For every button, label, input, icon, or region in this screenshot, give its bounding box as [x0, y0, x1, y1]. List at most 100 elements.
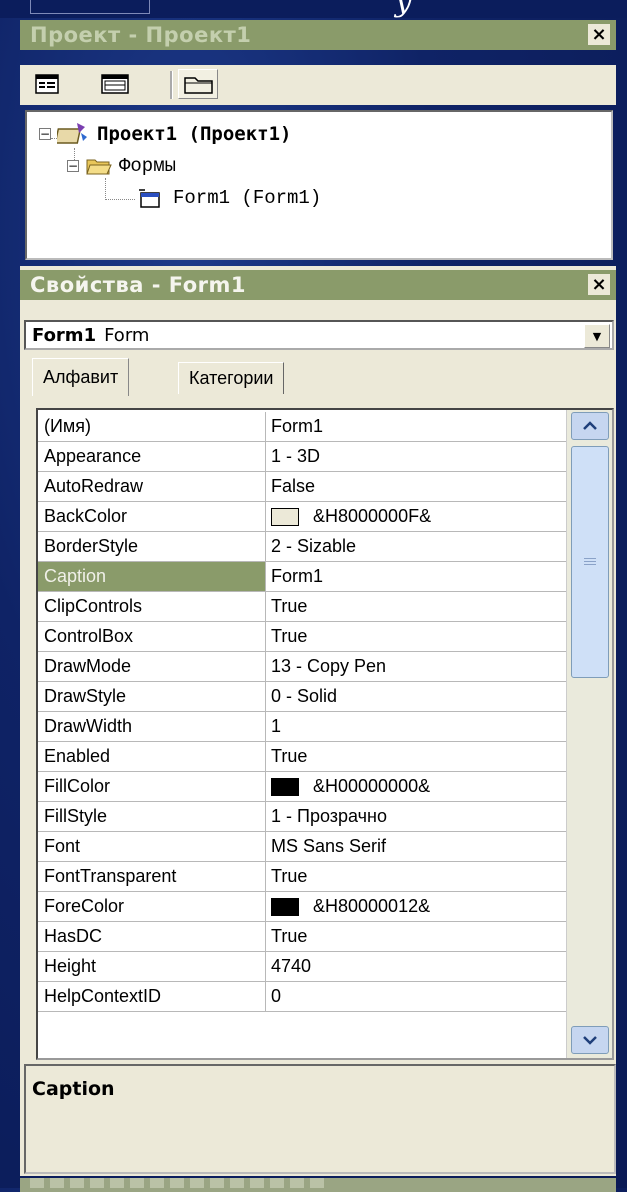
property-name[interactable]: ClipControls [38, 592, 266, 621]
view-code-icon [35, 74, 59, 94]
tree-node-forms[interactable]: − Формы [67, 152, 176, 180]
property-value[interactable]: Form1 [266, 562, 566, 591]
property-value[interactable]: True [266, 862, 566, 891]
properties-scrollbar[interactable] [566, 410, 612, 1058]
collapse-icon[interactable]: − [39, 128, 51, 140]
property-row[interactable]: DrawMode 13 - Copy Pen [38, 652, 566, 682]
property-row[interactable]: AutoRedraw False [38, 472, 566, 502]
property-value[interactable]: 0 [266, 982, 566, 1011]
property-name[interactable]: HelpContextID [38, 982, 266, 1011]
property-name[interactable]: Height [38, 952, 266, 981]
form-icon [139, 189, 160, 208]
tab-alphabetic[interactable]: Алфавит [32, 358, 130, 396]
property-name[interactable]: Appearance [38, 442, 266, 471]
property-name[interactable]: HasDC [38, 922, 266, 951]
tab-categories[interactable]: Категории [178, 362, 285, 394]
property-value[interactable]: &H80000012& [266, 892, 566, 921]
slide-top-strip: y [0, 0, 627, 19]
project-panel-close-button[interactable]: × [588, 24, 610, 45]
property-row[interactable]: Font MS Sans Serif [38, 832, 566, 862]
tree-connector [105, 178, 106, 200]
property-value[interactable]: 1 [266, 712, 566, 741]
property-name[interactable]: ForeColor [38, 892, 266, 921]
property-row[interactable]: HasDC True [38, 922, 566, 952]
property-row[interactable]: Appearance 1 - 3D [38, 442, 566, 472]
property-value[interactable]: &H8000000F& [266, 502, 566, 531]
property-row[interactable]: ClipControls True [38, 592, 566, 622]
property-name[interactable]: FillColor [38, 772, 266, 801]
scroll-down-button[interactable] [571, 1026, 609, 1054]
property-value[interactable]: True [266, 622, 566, 651]
property-row[interactable]: Enabled True [38, 742, 566, 772]
property-value[interactable]: &H00000000& [266, 772, 566, 801]
property-row[interactable]: HelpContextID 0 [38, 982, 566, 1012]
property-value-text: &H8000000F& [313, 506, 432, 526]
property-row[interactable]: ForeColor &H80000012& [38, 892, 566, 922]
property-value[interactable]: Form1 [266, 412, 566, 441]
property-row[interactable]: DrawStyle 0 - Solid [38, 682, 566, 712]
property-value[interactable]: 4740 [266, 952, 566, 981]
properties-grid: HelpContextID 0 Height 4740 HasDC True ForeCol… [36, 408, 614, 1060]
properties-panel-close-button[interactable]: × [588, 274, 610, 295]
property-row[interactable]: DrawWidth 1 [38, 712, 566, 742]
property-value-text: Form1 [271, 566, 324, 586]
property-value-text: &H00000000& [313, 776, 431, 796]
view-code-button[interactable] [34, 73, 60, 95]
scroll-up-button[interactable] [571, 412, 609, 440]
property-name[interactable]: AutoRedraw [38, 472, 266, 501]
chevron-up-icon [583, 421, 597, 430]
property-value[interactable]: 2 - Sizable [266, 532, 566, 561]
property-row[interactable]: Caption Form1 [38, 562, 566, 592]
object-name: Form1 [32, 324, 97, 346]
property-value[interactable]: 0 - Solid [266, 682, 566, 711]
property-row[interactable]: FillColor &H00000000& [38, 772, 566, 802]
scroll-thumb[interactable] [571, 446, 609, 678]
property-value[interactable]: 1 - Прозрачно [266, 802, 566, 831]
property-value[interactable]: 13 - Copy Pen [266, 652, 566, 681]
property-name[interactable]: Enabled [38, 742, 266, 771]
property-name[interactable]: DrawStyle [38, 682, 266, 711]
property-row[interactable]: BackColor &H8000000F& [38, 502, 566, 532]
property-name[interactable]: Caption [38, 562, 266, 591]
tree-node-form1[interactable]: Form1 (Form1) [137, 184, 321, 212]
property-name[interactable]: BackColor [38, 502, 266, 531]
property-value[interactable]: True [266, 922, 566, 951]
properties-panel-titlebar: Свойства - Form1 × [20, 270, 616, 300]
property-row[interactable]: ControlBox True [38, 622, 566, 652]
property-name[interactable]: Font [38, 832, 266, 861]
object-selector[interactable]: Form1 Form ▼ [24, 320, 614, 350]
property-value-text: 1 - 3D [271, 446, 321, 466]
property-value-text: &H80000012& [313, 896, 431, 916]
tree-connector [105, 199, 135, 200]
property-value-text: Form1 [271, 416, 324, 436]
property-row[interactable]: (Имя) Form1 [38, 412, 566, 442]
property-value[interactable]: True [266, 742, 566, 771]
tree-node-project[interactable]: − Проект1 (Проект1) [39, 120, 291, 148]
property-value[interactable]: True [266, 592, 566, 621]
object-selector-dropdown-button[interactable]: ▼ [584, 324, 610, 348]
slide-title-fragment: y [395, 0, 412, 19]
property-value[interactable]: MS Sans Serif [266, 832, 566, 861]
property-name[interactable]: DrawMode [38, 652, 266, 681]
property-value[interactable]: 1 - 3D [266, 442, 566, 471]
property-row[interactable]: FontTransparent True [38, 862, 566, 892]
folder-open-icon [86, 159, 112, 175]
view-object-button[interactable] [100, 73, 129, 95]
property-value-text: True [271, 866, 308, 886]
property-name[interactable]: (Имя) [38, 412, 266, 441]
next-panel-title-blur [30, 1178, 330, 1188]
property-row[interactable]: FillStyle 1 - Прозрачно [38, 802, 566, 832]
property-name[interactable]: FontTransparent [38, 862, 266, 891]
property-row[interactable]: Height 4740 [38, 952, 566, 982]
property-row[interactable]: BorderStyle 2 - Sizable [38, 532, 566, 562]
property-name[interactable]: BorderStyle [38, 532, 266, 561]
grip-icon [584, 558, 596, 566]
toggle-folders-button[interactable] [178, 69, 218, 99]
property-value[interactable]: False [266, 472, 566, 501]
property-value-text: 4740 [271, 956, 312, 976]
collapse-icon[interactable]: − [67, 160, 79, 172]
property-name[interactable]: ControlBox [38, 622, 266, 651]
property-name[interactable]: DrawWidth [38, 712, 266, 741]
property-name[interactable]: FillStyle [38, 802, 266, 831]
property-value-text: 1 [271, 716, 282, 736]
